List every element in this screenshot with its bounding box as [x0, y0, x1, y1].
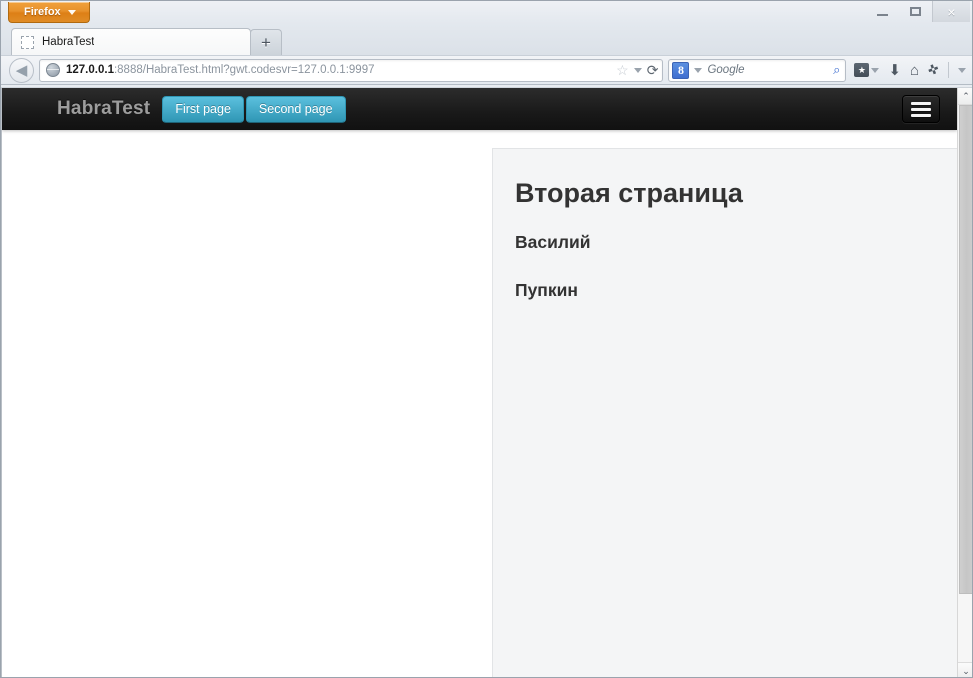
url-text: 127.0.0.1:8888/HabraTest.html?gwt.codesv…	[66, 64, 606, 76]
tab-label: HabraTest	[42, 36, 94, 48]
scrollbar-track[interactable]	[958, 105, 973, 662]
toolbar-icons: ★ ⬇ ⌂ ✜	[851, 61, 966, 79]
new-tab-button[interactable]: +	[250, 29, 282, 55]
hamburger-bar	[911, 102, 931, 105]
page-title: Вторая страница	[515, 179, 937, 209]
maximize-button[interactable]	[899, 1, 932, 22]
bug-icon[interactable]: ✜	[926, 61, 942, 80]
hamburger-icon[interactable]	[902, 95, 940, 123]
minimize-button[interactable]	[866, 1, 899, 22]
firefox-menu-label: Firefox	[24, 6, 61, 18]
search-input[interactable]: Google	[707, 64, 828, 76]
hamburger-bar	[911, 108, 931, 111]
scroll-down-arrow-icon[interactable]: ⌄	[958, 662, 973, 678]
site-brand[interactable]: HabraTest	[57, 98, 150, 120]
first-name-text: Василий	[515, 232, 937, 253]
home-icon[interactable]: ⌂	[910, 62, 919, 79]
chevron-down-icon[interactable]	[634, 68, 642, 73]
hamburger-bar	[911, 114, 931, 117]
bookmarks-button[interactable]: ★	[854, 63, 879, 77]
site-navbar: HabraTest First page Second page	[2, 88, 957, 130]
address-bar-icons: ☆ ⟳	[612, 62, 658, 79]
reload-icon[interactable]: ⟳	[647, 62, 659, 79]
page-viewport: HabraTest First page Second page Вторая …	[1, 87, 973, 678]
search-bar[interactable]: 8 Google ⌕	[668, 59, 846, 82]
tab-strip: HabraTest +	[1, 24, 972, 55]
favicon-icon	[21, 36, 34, 49]
back-button[interactable]: ◀	[9, 58, 34, 83]
content-panel: Вторая страница Василий Пупкин	[492, 148, 957, 678]
tab-habratest[interactable]: HabraTest	[11, 28, 251, 55]
toolbar-divider	[948, 62, 949, 78]
bookmark-icon: ★	[854, 63, 869, 77]
search-engine-chevron-icon[interactable]	[694, 68, 702, 73]
address-bar[interactable]: 127.0.0.1:8888/HabraTest.html?gwt.codesv…	[39, 59, 663, 82]
chevron-down-icon	[871, 68, 879, 73]
web-page: HabraTest First page Second page Вторая …	[1, 88, 957, 678]
title-bar: Firefox ×	[1, 1, 972, 24]
nav-button-second-page[interactable]: Second page	[246, 96, 346, 123]
bookmark-star-icon[interactable]: ☆	[616, 62, 629, 79]
navigation-toolbar: ◀ 127.0.0.1:8888/HabraTest.html?gwt.code…	[1, 55, 972, 85]
browser-window: Firefox × HabraTest + ◀ 127.0.0.1:8888/H…	[0, 0, 973, 678]
last-name-text: Пупкин	[515, 280, 937, 301]
google-logo-icon: 8	[672, 62, 689, 79]
nav-button-first-page[interactable]: First page	[162, 96, 244, 123]
url-host: 127.0.0.1	[66, 64, 114, 76]
globe-icon	[46, 63, 60, 77]
content-area: Вторая страница Василий Пупкин	[2, 130, 957, 678]
url-path: :8888/HabraTest.html?gwt.codesvr=127.0.0…	[114, 64, 375, 76]
firefox-menu-button[interactable]: Firefox	[8, 2, 90, 23]
window-controls: ×	[866, 1, 970, 22]
search-icon[interactable]: ⌕	[833, 62, 840, 78]
downloads-icon[interactable]: ⬇	[888, 61, 901, 79]
scrollbar-thumb[interactable]	[959, 105, 973, 594]
page-scrollbar[interactable]: ⌃ ⌄	[957, 88, 973, 678]
scroll-up-arrow-icon[interactable]: ⌃	[958, 88, 973, 105]
chevron-down-icon	[68, 10, 76, 15]
overflow-chevron-icon[interactable]	[958, 68, 966, 73]
site-nav-links: First page Second page	[162, 96, 345, 123]
close-button[interactable]: ×	[932, 1, 970, 22]
